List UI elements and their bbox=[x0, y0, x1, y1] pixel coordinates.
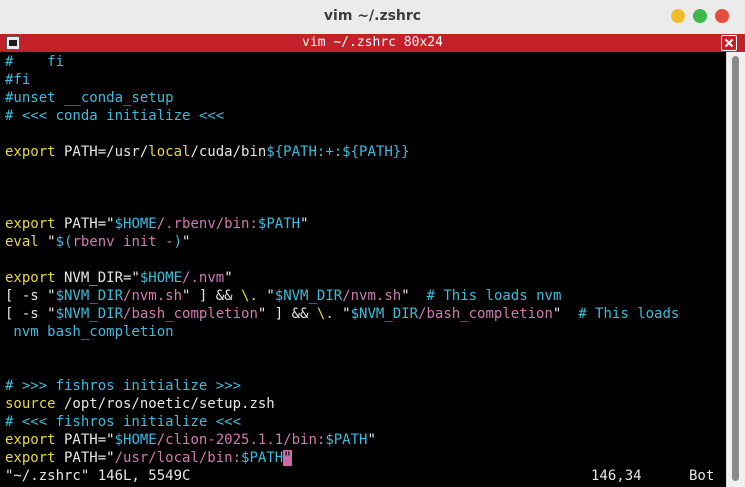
terminal-tab[interactable]: vim ~/.zshrc 80x24 bbox=[0, 34, 745, 52]
code-token: NVM_DIR=" bbox=[55, 270, 140, 286]
code-token: nvm bash_completion bbox=[5, 324, 174, 340]
title-bar[interactable]: vim ~/.zshrc bbox=[0, 0, 745, 35]
code-token: /bash_completion bbox=[418, 306, 553, 322]
code-token: " bbox=[182, 234, 191, 250]
code-token: $NVM_DIR bbox=[55, 306, 124, 322]
code-token: /opt/ros/noetic/setup.zsh bbox=[55, 396, 275, 412]
code-token: " bbox=[367, 432, 376, 448]
code-line: # >>> fishros initialize >>> bbox=[5, 377, 241, 395]
code-token: $PATH bbox=[325, 432, 368, 448]
tab-close-icon[interactable] bbox=[721, 35, 737, 51]
code-token: $NVM_DIR bbox=[55, 288, 124, 304]
code-token: " bbox=[552, 306, 579, 322]
code-token: [ -s " bbox=[5, 306, 56, 322]
code-token: # This loads nvm bbox=[426, 288, 562, 304]
code-token: # fi bbox=[5, 54, 65, 70]
code-line: [ -s "$NVM_DIR/nvm.sh" ] && \. "$NVM_DIR… bbox=[5, 287, 561, 305]
code-token: $HOME bbox=[139, 270, 183, 286]
tab-title: vim ~/.zshrc 80x24 bbox=[302, 35, 443, 50]
code-token: \. bbox=[316, 306, 334, 322]
code-token: source bbox=[5, 396, 56, 412]
code-line: export PATH=/usr/local/cuda/bin${PATH:+:… bbox=[5, 143, 410, 161]
scrollbar[interactable] bbox=[726, 52, 745, 487]
maximize-button[interactable] bbox=[693, 9, 707, 23]
code-line: export NVM_DIR="$HOME/.nvm" bbox=[5, 269, 233, 287]
scrollbar-thumb[interactable] bbox=[732, 56, 739, 481]
code-token: \. bbox=[241, 288, 258, 304]
code-token: $NVM_DIR bbox=[274, 288, 343, 304]
code-token: eval bbox=[5, 234, 39, 250]
code-line: #fi bbox=[5, 71, 30, 89]
code-line: [ -s "$NVM_DIR/bash_completion" ] && \. … bbox=[5, 305, 679, 323]
code-token: #fi bbox=[5, 72, 31, 88]
code-token: #unset __conda_setup bbox=[5, 90, 174, 106]
code-token: $( bbox=[55, 234, 73, 250]
code-token: " bbox=[38, 234, 56, 250]
code-token: " bbox=[257, 288, 275, 304]
code-line: # fi bbox=[5, 53, 64, 71]
code-token: /bash_completion bbox=[123, 306, 258, 322]
code-token: $NVM_DIR bbox=[350, 306, 419, 322]
code-token: export bbox=[5, 216, 56, 232]
code-token: " bbox=[401, 288, 427, 304]
code-token: $HOME bbox=[114, 432, 157, 448]
code-token: /cuda/bin bbox=[190, 144, 267, 160]
status-file-info: "~/.zshrc" 146L, 5549C bbox=[5, 468, 191, 484]
code-line: eval "$(rbenv init -)" bbox=[5, 233, 190, 251]
close-button[interactable] bbox=[715, 9, 729, 23]
code-token: PATH=" bbox=[55, 432, 115, 448]
code-token: $PATH bbox=[241, 450, 284, 466]
code-token: /.nvm bbox=[182, 270, 225, 286]
code-token: export bbox=[5, 450, 56, 466]
code-line: # <<< conda initialize <<< bbox=[5, 107, 224, 125]
code-token: " bbox=[224, 270, 233, 286]
code-token: export bbox=[5, 432, 56, 448]
code-token: [ -s " bbox=[5, 288, 56, 304]
code-line: export PATH="/usr/local/bin:$PATH" bbox=[5, 449, 292, 467]
code-token: PATH=/usr/ bbox=[55, 144, 149, 160]
code-line: export PATH="$HOME/clion-2025.1.1/bin:$P… bbox=[5, 431, 376, 449]
window-title: vim ~/.zshrc bbox=[323, 8, 422, 24]
code-token: rbenv init - bbox=[72, 234, 174, 250]
code-token: " ] && bbox=[182, 288, 242, 304]
scroll-indicator: Bot bbox=[689, 468, 715, 484]
code-token: /nvm.sh bbox=[342, 288, 402, 304]
code-token: ) bbox=[173, 234, 183, 250]
code-token: PATH=" bbox=[55, 450, 115, 466]
vim-editor[interactable]: # fi #fi #unset __conda_setup # <<< conda i… bbox=[0, 52, 727, 487]
code-line: export PATH="$HOME/.rbenv/bin:$PATH" bbox=[5, 215, 309, 233]
code-token: " bbox=[333, 306, 351, 322]
code-token: " ] && bbox=[257, 306, 317, 322]
code-token: export bbox=[5, 270, 56, 286]
code-token: /.rbenv/bin: bbox=[156, 216, 258, 232]
code-token: /clion-2025.1.1/bin: bbox=[156, 432, 326, 448]
terminal-window: vim ~/.zshrc vim ~/.zshrc 80x24 # fi #fi #… bbox=[0, 0, 745, 487]
code-token: /nvm.sh bbox=[123, 288, 183, 304]
code-line: source /opt/ros/noetic/setup.zsh bbox=[5, 395, 275, 413]
code-token: export bbox=[5, 144, 56, 160]
code-token: $HOME bbox=[114, 216, 157, 232]
code-line: # <<< fishros initialize <<< bbox=[5, 413, 241, 431]
code-token: ${PATH:+:${PATH}} bbox=[266, 144, 410, 160]
code-token: PATH=" bbox=[55, 216, 115, 232]
code-token: local bbox=[148, 144, 191, 160]
text-cursor: " bbox=[283, 450, 292, 466]
code-line: nvm bash_completion bbox=[5, 323, 174, 341]
code-token: # >>> fishros initialize >>> bbox=[5, 378, 242, 394]
code-token: # <<< conda initialize <<< bbox=[5, 108, 225, 124]
minimize-button[interactable] bbox=[671, 9, 685, 23]
code-token: /usr/local/bin: bbox=[114, 450, 242, 466]
cursor-position: 146,34 bbox=[591, 468, 642, 484]
code-token: " bbox=[300, 216, 309, 232]
code-token: $PATH bbox=[257, 216, 301, 232]
code-token: # This loads bbox=[578, 306, 680, 322]
code-line: #unset __conda_setup bbox=[5, 89, 174, 107]
code-token: # <<< fishros initialize <<< bbox=[5, 414, 242, 430]
